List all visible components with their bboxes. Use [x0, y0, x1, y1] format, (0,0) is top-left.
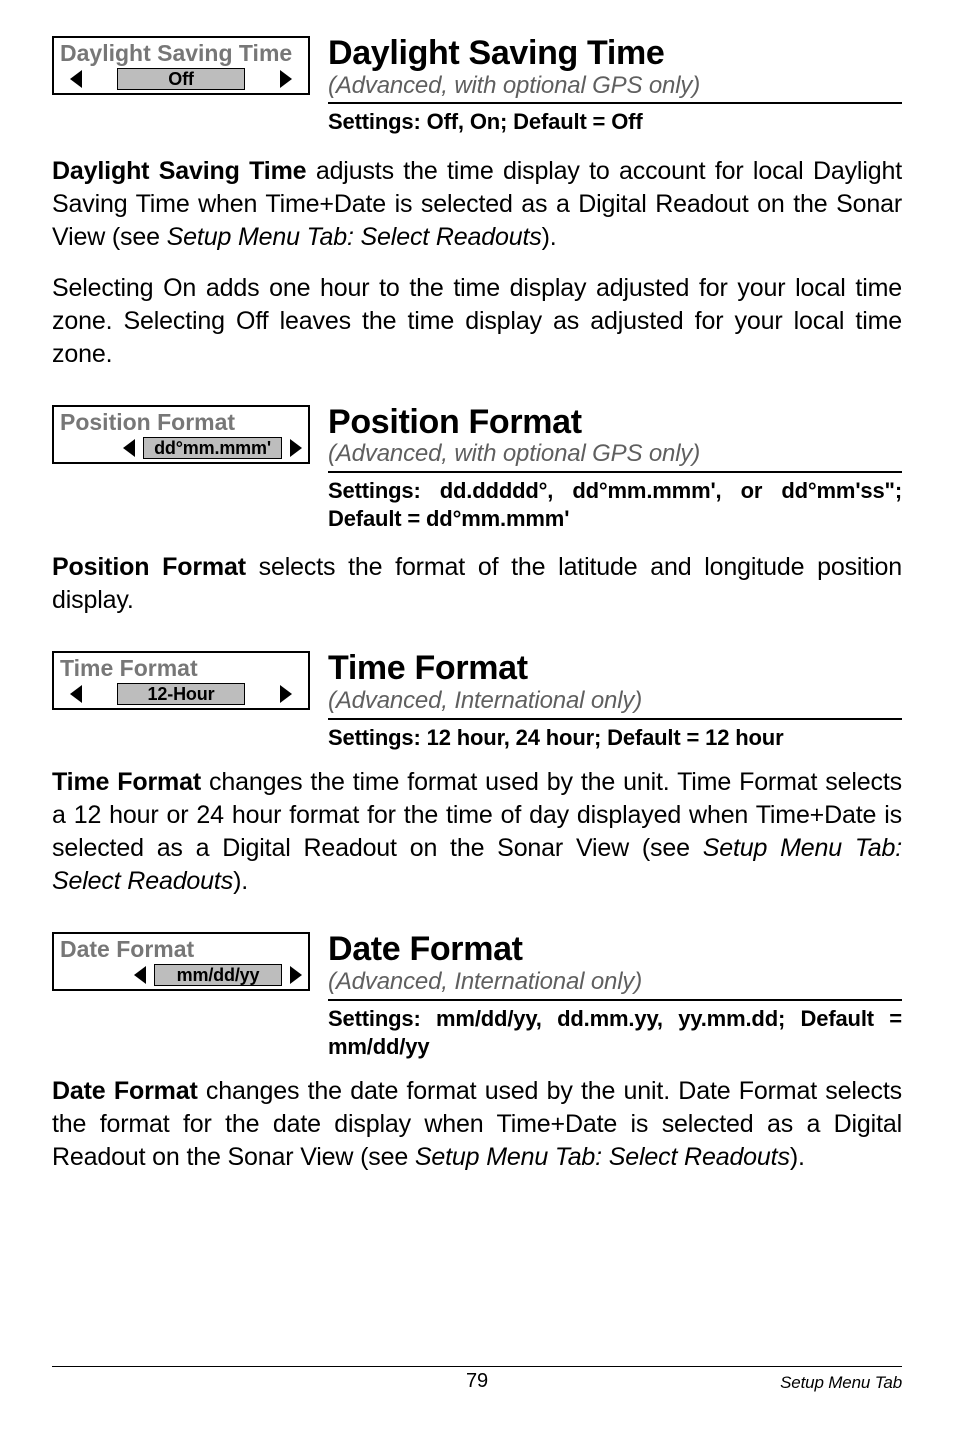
- body-italic: Setup Menu Tab: Select Readouts: [167, 223, 542, 251]
- body-bold: Position Format: [52, 553, 246, 581]
- triangle-right-icon: [290, 439, 302, 457]
- section-settings: Settings: dd.ddddd°, dd°mm.mmm', or dd°m…: [328, 477, 902, 533]
- section-subtitle: (Advanced, International only): [328, 968, 902, 997]
- section-subtitle: (Advanced, with optional GPS only): [328, 72, 902, 101]
- triangle-left-icon: [123, 439, 135, 457]
- body-bold: Daylight Saving Time: [52, 157, 306, 185]
- body-text: ).: [233, 867, 248, 895]
- page-footer: 79 Setup Menu Tab: [52, 1366, 902, 1393]
- section-position-format: Position Format dd°mm.mmm' Position Form…: [52, 405, 902, 618]
- body-italic: Setup Menu Tab: Select Readouts: [415, 1143, 790, 1171]
- section-settings: Settings: 12 hour, 24 hour; Default = 12…: [328, 724, 902, 752]
- menu-widget-value: Off: [117, 68, 245, 90]
- body-paragraph: Date Format changes the date format used…: [52, 1075, 902, 1174]
- section-subtitle: (Advanced, International only): [328, 687, 902, 716]
- body-paragraph: Position Format selects the format of th…: [52, 551, 902, 617]
- menu-widget-label: Time Format: [54, 653, 308, 683]
- section-date-format: Date Format mm/dd/yy Date Format (Advanc…: [52, 932, 902, 1174]
- divider: [328, 718, 902, 720]
- section-title: Time Format: [328, 651, 902, 687]
- menu-widget: Time Format 12-Hour: [52, 651, 310, 710]
- menu-widget: Daylight Saving Time Off: [52, 36, 310, 95]
- section-settings: Settings: Off, On; Default = Off: [328, 108, 902, 136]
- menu-widget: Date Format mm/dd/yy: [52, 932, 310, 991]
- body-paragraph: Selecting On adds one hour to the time d…: [52, 272, 902, 371]
- section-time-format: Time Format 12-Hour Time Format (Advance…: [52, 651, 902, 898]
- triangle-right-icon: [290, 966, 302, 984]
- menu-widget-value: 12-Hour: [117, 683, 245, 705]
- menu-widget-value: dd°mm.mmm': [143, 437, 282, 459]
- triangle-left-icon: [70, 70, 82, 88]
- triangle-left-icon: [70, 685, 82, 703]
- menu-widget: Position Format dd°mm.mmm': [52, 405, 310, 464]
- page-number: 79: [466, 1370, 488, 1393]
- body-bold: Time Format: [52, 768, 201, 796]
- footer-label: Setup Menu Tab: [780, 1373, 902, 1393]
- section-settings: Settings: mm/dd/yy, dd.mm.yy, yy.mm.dd; …: [328, 1005, 902, 1061]
- divider: [328, 471, 902, 473]
- body-text: ).: [790, 1143, 805, 1171]
- body-paragraph: Time Format changes the time format used…: [52, 766, 902, 898]
- triangle-left-icon: [134, 966, 146, 984]
- body-bold: Date Format: [52, 1077, 198, 1105]
- section-daylight-saving-time: Daylight Saving Time Off Daylight Saving…: [52, 36, 902, 371]
- divider: [328, 999, 902, 1001]
- menu-widget-label: Position Format: [54, 407, 308, 437]
- divider: [328, 102, 902, 104]
- menu-widget-value: mm/dd/yy: [154, 964, 282, 986]
- body-paragraph: Daylight Saving Time adjusts the time di…: [52, 155, 902, 254]
- menu-widget-label: Daylight Saving Time: [54, 38, 308, 68]
- section-subtitle: (Advanced, with optional GPS only): [328, 440, 902, 469]
- triangle-right-icon: [280, 70, 292, 88]
- triangle-right-icon: [280, 685, 292, 703]
- section-title: Position Format: [328, 405, 902, 441]
- section-title: Date Format: [328, 932, 902, 968]
- section-title: Daylight Saving Time: [328, 36, 902, 72]
- menu-widget-label: Date Format: [54, 934, 308, 964]
- body-text: ).: [542, 223, 557, 251]
